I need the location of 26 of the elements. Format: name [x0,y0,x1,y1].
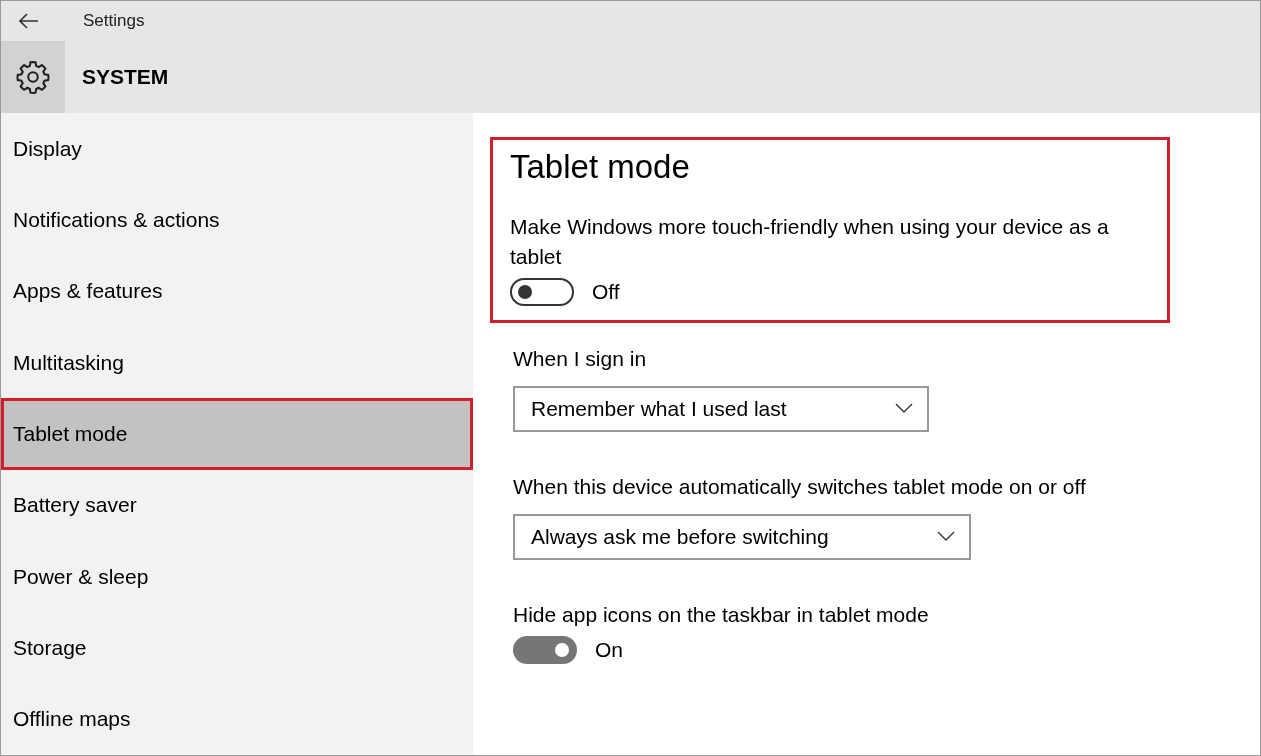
dropdown[interactable]: Remember what I used last [513,386,929,432]
setting-label: When this device automatically switches tablet mode on or off [513,474,1087,500]
sidebar-item[interactable]: Storage [1,612,473,684]
setting-label: Make Windows more touch-friendly when using your device as a tablet [510,214,1110,270]
toggle-switch[interactable] [510,278,574,306]
chevron-down-icon [936,529,955,543]
settings-icon [1,40,65,113]
section-title: SYSTEM [82,64,169,89]
sidebar-item[interactable]: Notifications & actions [1,184,473,256]
toggle-switch[interactable] [513,636,577,664]
setting-label: When I sign in [513,346,648,372]
sidebar-item[interactable]: Display [1,113,473,185]
sidebar-item[interactable]: Apps & features [1,255,473,327]
window-title: Settings [83,10,145,31]
back-arrow-icon [19,12,39,29]
setting-label: Hide app icons on the taskbar in tablet mode [513,602,930,628]
toggle-state: On [595,638,623,662]
sidebar-item[interactable]: Power & sleep [1,540,473,613]
sidebar-item[interactable]: Offline maps [1,683,473,755]
sidebar-item[interactable]: Battery saver [1,469,473,541]
sidebar-item[interactable]: Tablet mode [1,398,473,470]
toggle-state: Off [592,280,620,304]
chevron-down-icon [894,401,913,415]
dropdown[interactable]: Always ask me before switching [513,514,971,560]
page-heading: Tablet mode [510,148,691,186]
sidebar-item[interactable]: Multitasking [1,327,473,399]
